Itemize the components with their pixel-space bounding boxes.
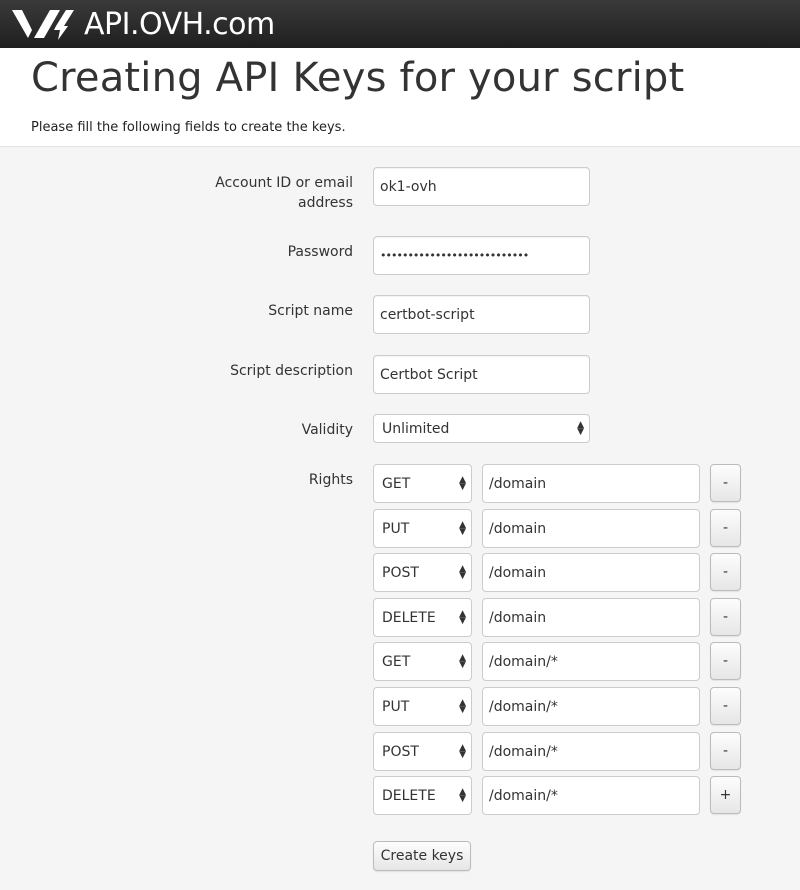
page-title: Creating API Keys for your script <box>31 55 685 101</box>
rights-path-field[interactable]: /domain/* <box>482 732 700 771</box>
select-arrows-icon: ▲ ▼ <box>459 786 466 804</box>
account-label: Account ID or email address <box>215 175 353 211</box>
create-keys-button[interactable]: Create keys <box>373 841 471 871</box>
select-arrows-icon: ▲ ▼ <box>459 563 466 581</box>
rights-method-select[interactable]: PUT ▲ ▼ <box>373 509 472 548</box>
select-arrows-icon: ▲ ▼ <box>459 474 466 492</box>
password-label: Password <box>287 244 353 260</box>
rights-method-select[interactable]: GET ▲ ▼ <box>373 642 472 681</box>
remove-right-button[interactable]: - <box>710 509 741 547</box>
remove-right-button[interactable]: - <box>710 598 741 636</box>
rights-path-field[interactable]: /domain <box>482 553 700 592</box>
brand-name[interactable]: API.OVH.com <box>84 7 275 42</box>
remove-right-button[interactable]: - <box>710 464 741 502</box>
rights-method-value: GET <box>382 653 411 670</box>
select-arrows-icon: ▲ ▼ <box>459 608 466 626</box>
rights-path-field[interactable]: /domain/* <box>482 687 700 726</box>
rights-method-select[interactable]: POST ▲ ▼ <box>373 553 472 592</box>
rights-method-select[interactable]: GET ▲ ▼ <box>373 464 472 503</box>
select-arrows-icon: ▲ ▼ <box>459 742 466 760</box>
account-field[interactable]: ok1-ovh <box>373 167 590 206</box>
page-header: Creating API Keys for your script Please… <box>0 48 800 147</box>
script-name-field[interactable]: certbot-script <box>373 295 590 334</box>
rights-method-select[interactable]: DELETE ▲ ▼ <box>373 776 472 815</box>
rights-path-field[interactable]: /domain <box>482 509 700 548</box>
remove-right-button[interactable]: - <box>710 732 741 770</box>
select-arrows-icon: ▲ ▼ <box>459 697 466 715</box>
rights-method-value: DELETE <box>382 609 436 626</box>
validity-select[interactable]: Unlimited ▲ ▼ <box>373 414 590 443</box>
rights-method-value: PUT <box>382 520 410 537</box>
rights-path-field[interactable]: /domain <box>482 464 700 503</box>
rights-method-value: PUT <box>382 698 410 715</box>
password-field[interactable]: ••••••••••••••••••••••••••• <box>373 236 590 275</box>
rights-method-select[interactable]: PUT ▲ ▼ <box>373 687 472 726</box>
rights-path-field[interactable]: /domain <box>482 598 700 637</box>
rights-method-value: POST <box>382 564 419 581</box>
select-arrows-icon: ▲ ▼ <box>577 419 584 437</box>
rights-label: Rights <box>308 472 353 488</box>
rights-method-value: GET <box>382 475 411 492</box>
rights-method-select[interactable]: POST ▲ ▼ <box>373 732 472 771</box>
select-arrows-icon: ▲ ▼ <box>459 519 466 537</box>
select-arrows-icon: ▲ ▼ <box>459 652 466 670</box>
add-right-button[interactable]: + <box>710 776 741 814</box>
rights-path-field[interactable]: /domain/* <box>482 776 700 815</box>
remove-right-button[interactable]: - <box>710 553 741 591</box>
script-description-field[interactable]: Certbot Script <box>373 355 590 394</box>
validity-value: Unlimited <box>382 420 450 437</box>
script-name-label: Script name <box>268 303 353 319</box>
top-navbar: API.OVH.com <box>0 0 800 48</box>
rights-method-select[interactable]: DELETE ▲ ▼ <box>373 598 472 637</box>
page-subtitle: Please fill the following fields to crea… <box>31 120 346 135</box>
rights-path-field[interactable]: /domain/* <box>482 642 700 681</box>
rights-method-value: POST <box>382 743 419 760</box>
remove-right-button[interactable]: - <box>710 687 741 725</box>
script-description-label: Script description <box>230 363 353 379</box>
rights-method-value: DELETE <box>382 787 436 804</box>
validity-label: Validity <box>301 422 353 438</box>
remove-right-button[interactable]: - <box>710 642 741 680</box>
ovh-logo-icon[interactable] <box>10 4 76 44</box>
